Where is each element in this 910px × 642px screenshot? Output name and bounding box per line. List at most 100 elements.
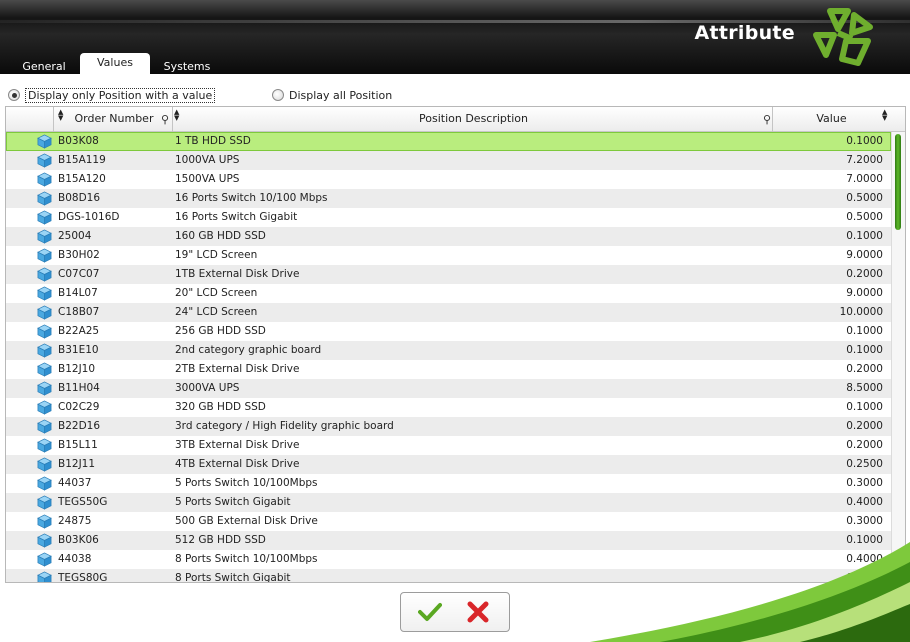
order-number-cell: 24875 [58, 515, 92, 527]
radio-only-with-value-label[interactable]: Display only Position with a value [25, 87, 216, 103]
vertical-scrollbar[interactable] [891, 132, 905, 582]
position-description-cell: 2nd category graphic board [175, 344, 322, 356]
table-row[interactable]: C18B07 24" LCD Screen 10.0000 [6, 303, 891, 322]
table-row[interactable]: B22A25 256 GB HDD SSD 0.1000 [6, 322, 891, 341]
position-description-cell: 500 GB External Disk Drive [175, 515, 318, 527]
cube-icon [37, 457, 52, 472]
position-description-cell: 19" LCD Screen [175, 249, 258, 261]
table-row[interactable]: C02C29 320 GB HDD SSD 0.1000 [6, 398, 891, 417]
tab-general[interactable]: General [18, 56, 70, 74]
table-row[interactable]: B22D16 3rd category / High Fidelity grap… [6, 417, 891, 436]
order-number-cell: B03K06 [58, 534, 99, 546]
cube-icon [37, 305, 52, 320]
cube-icon [37, 324, 52, 339]
order-number-cell: B14L07 [58, 287, 98, 299]
table-row[interactable]: B12J10 2TB External Disk Drive 0.2000 [6, 360, 891, 379]
value-cell: 7.2000 [846, 154, 883, 166]
column-header-order-number[interactable]: Order Number [58, 107, 170, 131]
table-row[interactable]: 24875 500 GB External Disk Drive 0.3000 [6, 512, 891, 531]
value-cell: 0.1000 [846, 325, 883, 337]
cube-icon [37, 210, 52, 225]
position-description-cell: 1 TB HDD SSD [175, 135, 251, 147]
tab-systems[interactable]: Systems [160, 56, 214, 74]
checkmark-icon [418, 603, 442, 621]
cube-icon [37, 381, 52, 396]
cube-icon [37, 191, 52, 206]
cube-icon [37, 343, 52, 358]
column-header-position-description[interactable]: Position Description [175, 107, 772, 131]
value-cell: 0.5000 [846, 211, 883, 223]
cancel-button[interactable] [463, 597, 493, 627]
order-number-cell: B12J11 [58, 458, 96, 470]
cube-icon [37, 514, 52, 529]
value-cell: 0.1000 [846, 230, 883, 242]
key-icon[interactable]: ⚲ [161, 113, 169, 126]
window-title: Attribute [694, 22, 795, 44]
decorative-swoosh [590, 542, 910, 642]
table-header: ▲ ▼ Order Number ⚲ ▲ ▼ Position Descriptio… [6, 107, 905, 132]
table-row[interactable]: B15A120 1500VA UPS 7.0000 [6, 170, 891, 189]
cube-icon [37, 533, 52, 548]
cube-icon [37, 495, 52, 510]
position-description-cell: 160 GB HDD SSD [175, 230, 266, 242]
order-number-cell: B15A119 [58, 154, 106, 166]
tab-values[interactable]: Values [80, 53, 150, 74]
table-row[interactable]: 25004 160 GB HDD SSD 0.1000 [6, 227, 891, 246]
order-number-cell: C18B07 [58, 306, 100, 318]
cube-icon [37, 476, 52, 491]
tab-bar: General Values Systems [0, 50, 400, 74]
position-description-cell: 24" LCD Screen [175, 306, 258, 318]
confirm-button[interactable] [415, 597, 445, 627]
cube-icon [37, 153, 52, 168]
cube-icon [37, 362, 52, 377]
cube-icon [37, 400, 52, 415]
column-header-value[interactable]: Value [774, 107, 889, 131]
x-icon [467, 601, 489, 623]
table-row[interactable]: TEGS50G 5 Ports Switch Gigabit 0.4000 [6, 493, 891, 512]
cube-icon [37, 172, 52, 187]
order-number-cell: B30H02 [58, 249, 100, 261]
table-row[interactable]: B30H02 19" LCD Screen 9.0000 [6, 246, 891, 265]
radio-button-selected[interactable] [8, 89, 20, 101]
order-number-cell: B12J10 [58, 363, 96, 375]
order-number-cell: B15L11 [58, 439, 98, 451]
scrollbar-thumb[interactable] [895, 134, 901, 230]
radio-only-with-value[interactable]: Display only Position with a value [8, 86, 216, 104]
key-icon[interactable]: ⚲ [763, 113, 771, 126]
cube-icon [37, 438, 52, 453]
cube-icon [37, 552, 52, 567]
table-row[interactable]: B15A119 1000VA UPS 7.2000 [6, 151, 891, 170]
order-number-cell: B15A120 [58, 173, 106, 185]
value-cell: 0.3000 [846, 477, 883, 489]
value-cell: 0.1000 [846, 344, 883, 356]
cube-icon [37, 267, 52, 282]
value-cell: 7.0000 [846, 173, 883, 185]
cube-icon [37, 571, 52, 582]
table-row[interactable]: B08D16 16 Ports Switch 10/100 Mbps 0.500… [6, 189, 891, 208]
position-description-cell: 16 Ports Switch 10/100 Mbps [175, 192, 328, 204]
radio-all-positions-label[interactable]: Display all Position [289, 89, 392, 102]
table-body: B03K08 1 TB HDD SSD 0.1000 B15A119 1000V… [6, 132, 891, 582]
position-description-cell: 4TB External Disk Drive [175, 458, 300, 470]
position-filter: Display only Position with a value Displ… [0, 86, 910, 104]
radio-all-positions[interactable]: Display all Position [272, 86, 392, 104]
window-header: Attribute General Values Systems [0, 0, 910, 74]
table-row[interactable]: B12J11 4TB External Disk Drive 0.2500 [6, 455, 891, 474]
radio-button[interactable] [272, 89, 284, 101]
position-description-cell: 1TB External Disk Drive [175, 268, 300, 280]
value-cell: 0.2000 [846, 363, 883, 375]
table-row[interactable]: B31E10 2nd category graphic board 0.1000 [6, 341, 891, 360]
position-description-cell: 1500VA UPS [175, 173, 240, 185]
table-row[interactable]: B11H04 3000VA UPS 8.5000 [6, 379, 891, 398]
position-description-cell: 20" LCD Screen [175, 287, 258, 299]
table-row[interactable]: B03K08 1 TB HDD SSD 0.1000 [6, 132, 891, 151]
table-row[interactable]: 44037 5 Ports Switch 10/100Mbps 0.3000 [6, 474, 891, 493]
position-description-cell: 16 Ports Switch Gigabit [175, 211, 298, 223]
table-row[interactable]: B15L11 3TB External Disk Drive 0.2000 [6, 436, 891, 455]
table-row[interactable]: C07C07 1TB External Disk Drive 0.2000 [6, 265, 891, 284]
order-number-cell: B31E10 [58, 344, 99, 356]
table-row[interactable]: DGS-1016D 16 Ports Switch Gigabit 0.5000 [6, 208, 891, 227]
value-cell: 10.0000 [839, 306, 883, 318]
table-row[interactable]: B14L07 20" LCD Screen 9.0000 [6, 284, 891, 303]
order-number-cell: B03K08 [58, 135, 99, 147]
